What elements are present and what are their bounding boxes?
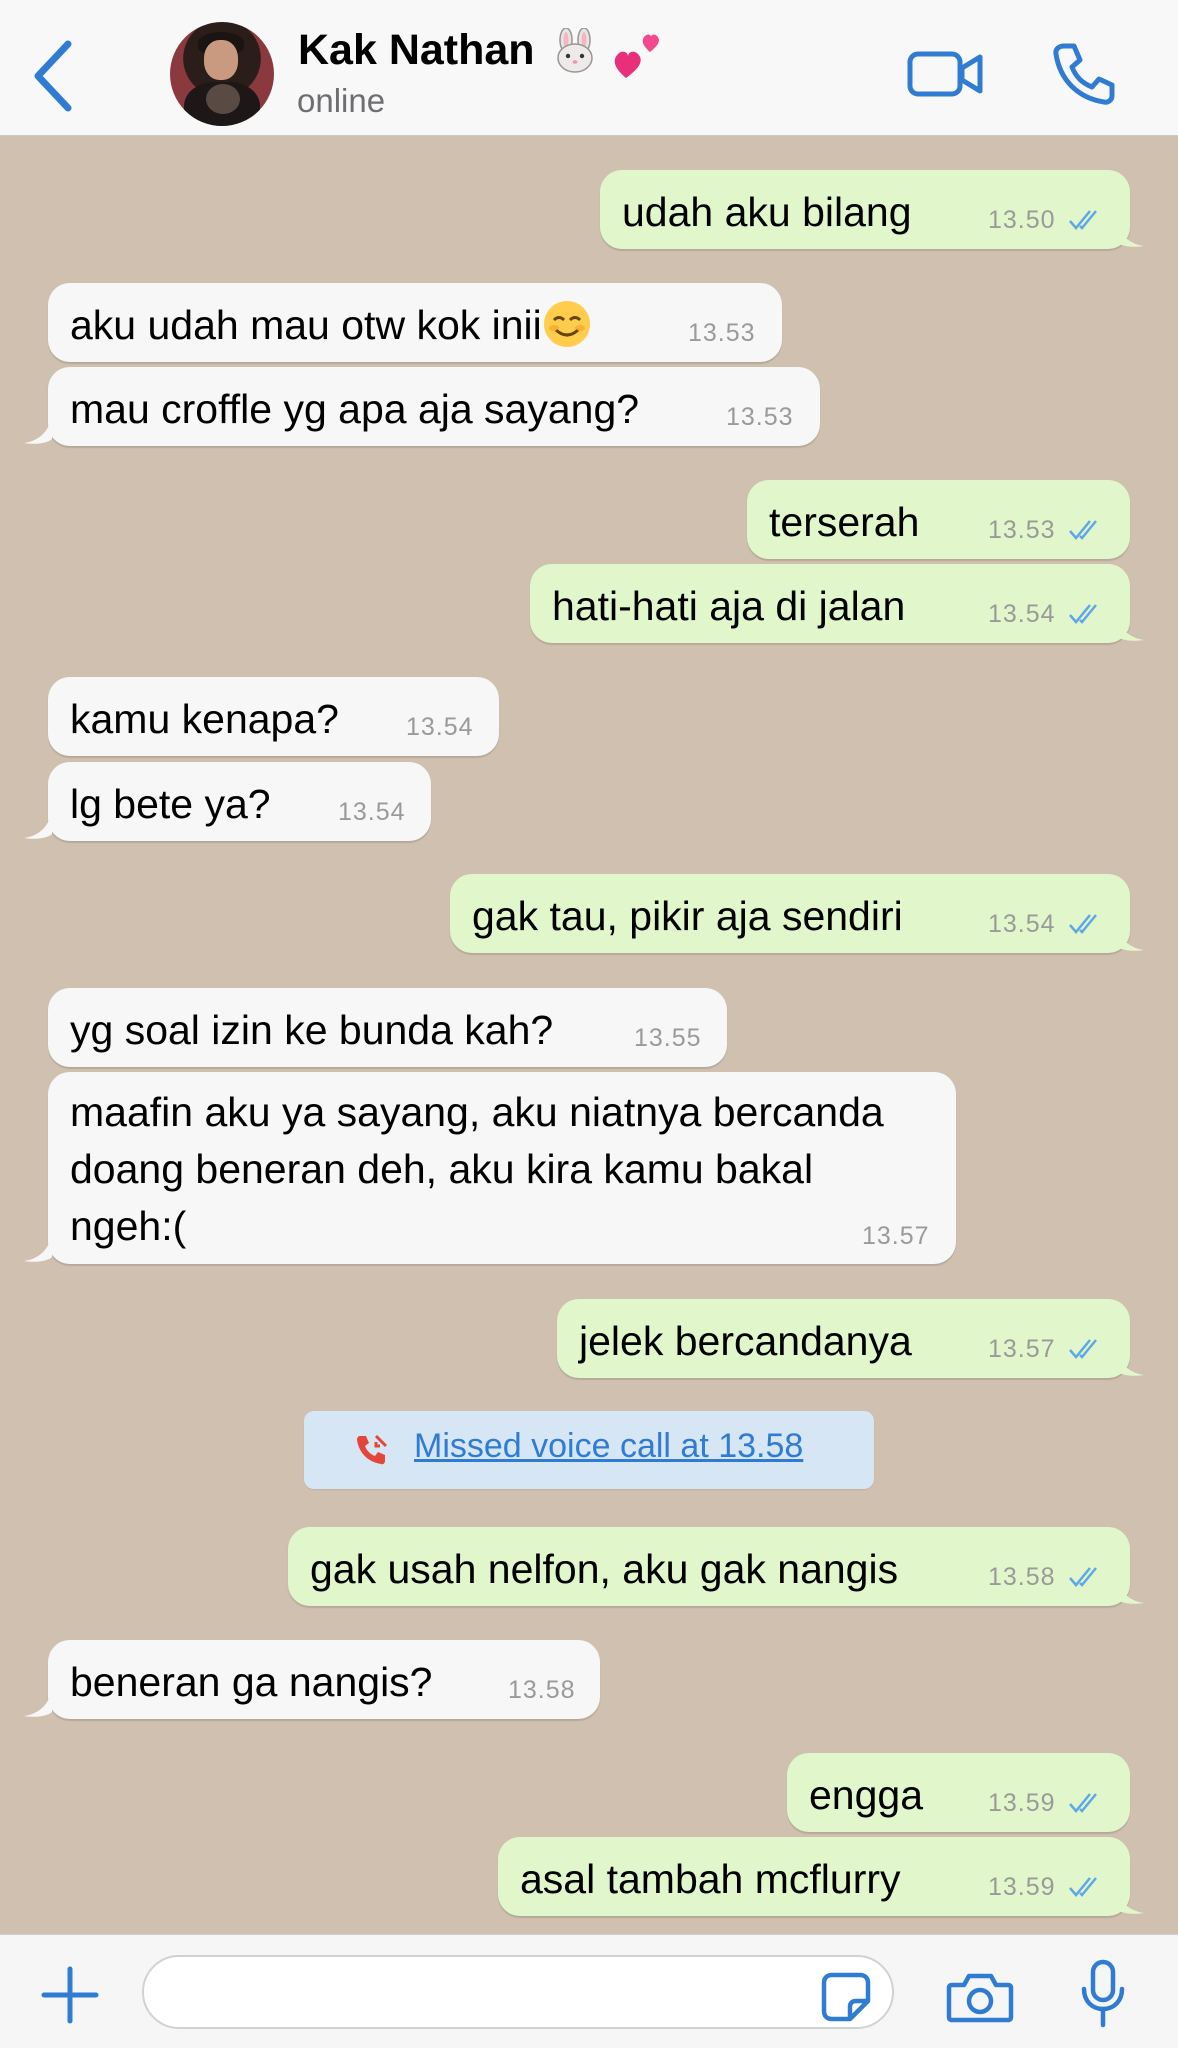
read-receipt-icon bbox=[1069, 1793, 1097, 1813]
message-text: beneran ga nangis? bbox=[70, 1659, 433, 1705]
input-bar bbox=[0, 1934, 1178, 2048]
message-text: kamu kenapa? bbox=[70, 696, 339, 742]
rabbit-face-emoji bbox=[557, 28, 593, 73]
message-time: 13.54 bbox=[988, 910, 1056, 938]
bubble-tail bbox=[1116, 1349, 1144, 1376]
missed-call-icon bbox=[357, 1434, 388, 1465]
read-receipt-icon bbox=[1069, 1339, 1097, 1359]
message-bubble-outgoing[interactable]: hati-hati aja di jalan 13.54 bbox=[530, 564, 1144, 643]
contact-status: online bbox=[297, 82, 386, 119]
camera-icon[interactable] bbox=[946, 1969, 1014, 2025]
chat-header: Kak Nathan online bbox=[0, 0, 1178, 136]
message-bubble-incoming[interactable]: maafin aku ya sayang, aku niatnya bercan… bbox=[24, 1072, 956, 1264]
bubble-tail bbox=[24, 1235, 52, 1262]
contact-name[interactable]: Kak Nathan bbox=[298, 26, 535, 75]
message-text-line: maafin aku ya sayang, aku niatnya bercan… bbox=[70, 1089, 884, 1135]
message-text: jelek bercandanya bbox=[579, 1318, 912, 1364]
message-bubble-incoming[interactable]: aku udah mau otw kok inii 13.53 bbox=[48, 283, 782, 362]
message-time: 13.53 bbox=[988, 516, 1056, 544]
missed-call-text[interactable]: Missed voice call at 13.58 bbox=[414, 1427, 803, 1466]
message-time: 13.58 bbox=[988, 1563, 1056, 1591]
bubble-tail bbox=[1116, 220, 1144, 247]
video-call-icon[interactable] bbox=[906, 44, 984, 104]
message-text: engga bbox=[809, 1772, 924, 1818]
read-receipt-icon bbox=[1069, 210, 1097, 230]
bubble-tail bbox=[24, 1690, 52, 1717]
message-time: 13.59 bbox=[988, 1789, 1056, 1817]
message-text: udah aku bilang bbox=[622, 189, 912, 235]
message-text-line: ngeh:( bbox=[70, 1203, 187, 1249]
message-text-line: doang beneran deh, aku kira kamu bakal bbox=[70, 1146, 814, 1192]
bubble-tail bbox=[1116, 924, 1144, 951]
message-bubble-incoming[interactable]: yg soal izin ke bunda kah? 13.55 bbox=[48, 988, 727, 1067]
plus-icon[interactable] bbox=[40, 1965, 100, 2025]
message-time: 13.54 bbox=[406, 713, 474, 741]
message-time: 13.57 bbox=[862, 1222, 930, 1250]
message-time: 13.53 bbox=[688, 319, 756, 347]
message-bubble-outgoing[interactable]: udah aku bilang 13.50 bbox=[600, 170, 1144, 249]
message-time: 13.55 bbox=[634, 1024, 702, 1052]
message-text: terserah bbox=[769, 499, 920, 545]
message-bubble-outgoing[interactable]: jelek bercandanya 13.57 bbox=[557, 1299, 1144, 1378]
message-bubble-outgoing[interactable]: gak usah nelfon, aku gak nangis 13.58 bbox=[288, 1527, 1144, 1606]
message-text: mau croffle yg apa aja sayang? bbox=[70, 386, 640, 432]
read-receipt-icon bbox=[1069, 520, 1097, 540]
message-text: aku udah mau otw kok inii bbox=[70, 297, 592, 354]
bubble-tail bbox=[1116, 1577, 1144, 1604]
smiling-face-emoji bbox=[543, 301, 590, 347]
message-text: lg bete ya? bbox=[70, 781, 271, 827]
message-time: 13.53 bbox=[726, 403, 794, 431]
message-bubble-incoming[interactable]: beneran ga nangis? 13.58 bbox=[24, 1640, 600, 1719]
message-text: asal tambah mcflurry bbox=[520, 1856, 901, 1902]
message-time: 13.54 bbox=[988, 600, 1056, 628]
read-receipt-icon bbox=[1069, 914, 1097, 934]
phone-call-icon[interactable] bbox=[1050, 40, 1116, 108]
message-bubble-incoming[interactable]: kamu kenapa? 13.54 bbox=[48, 677, 499, 756]
two-hearts-emoji bbox=[614, 34, 659, 78]
message-text: hati-hati aja di jalan bbox=[552, 583, 906, 629]
message-time: 13.59 bbox=[988, 1873, 1056, 1901]
message-bubble-outgoing[interactable]: engga 13.59 bbox=[787, 1753, 1130, 1832]
message-bubble-outgoing[interactable]: terserah 13.53 bbox=[747, 480, 1130, 559]
message-bubble-outgoing[interactable]: asal tambah mcflurry 13.59 bbox=[498, 1837, 1144, 1916]
bubble-tail bbox=[1116, 1887, 1144, 1914]
message-text: gak usah nelfon, aku gak nangis bbox=[310, 1546, 899, 1592]
message-time: 13.54 bbox=[338, 798, 406, 826]
message-time: 13.50 bbox=[988, 206, 1056, 234]
sticker-icon[interactable] bbox=[820, 1971, 872, 2023]
missed-call-notice[interactable]: Missed voice call at 13.58 bbox=[304, 1411, 874, 1489]
back-chevron-icon[interactable] bbox=[30, 36, 80, 116]
message-bubble-incoming[interactable]: mau croffle yg apa aja sayang? 13.53 bbox=[24, 367, 820, 446]
message-bubble-incoming[interactable]: lg bete ya? 13.54 bbox=[24, 762, 431, 841]
bubble-tail bbox=[24, 812, 52, 839]
read-receipt-icon bbox=[1069, 1877, 1097, 1897]
message-input[interactable] bbox=[142, 1955, 894, 2029]
read-receipt-icon bbox=[1069, 1567, 1097, 1587]
read-receipt-icon bbox=[1069, 604, 1097, 624]
message-time: 13.57 bbox=[988, 1335, 1056, 1363]
bubble-tail bbox=[1116, 614, 1144, 641]
avatar[interactable] bbox=[170, 22, 274, 126]
message-text: gak tau, pikir aja sendiri bbox=[472, 893, 903, 939]
bubble-tail bbox=[24, 417, 52, 444]
microphone-icon[interactable] bbox=[1078, 1959, 1128, 2029]
message-time: 13.58 bbox=[508, 1676, 576, 1704]
message-text: yg soal izin ke bunda kah? bbox=[70, 1007, 554, 1053]
message-bubble-outgoing[interactable]: gak tau, pikir aja sendiri 13.54 bbox=[450, 874, 1144, 953]
